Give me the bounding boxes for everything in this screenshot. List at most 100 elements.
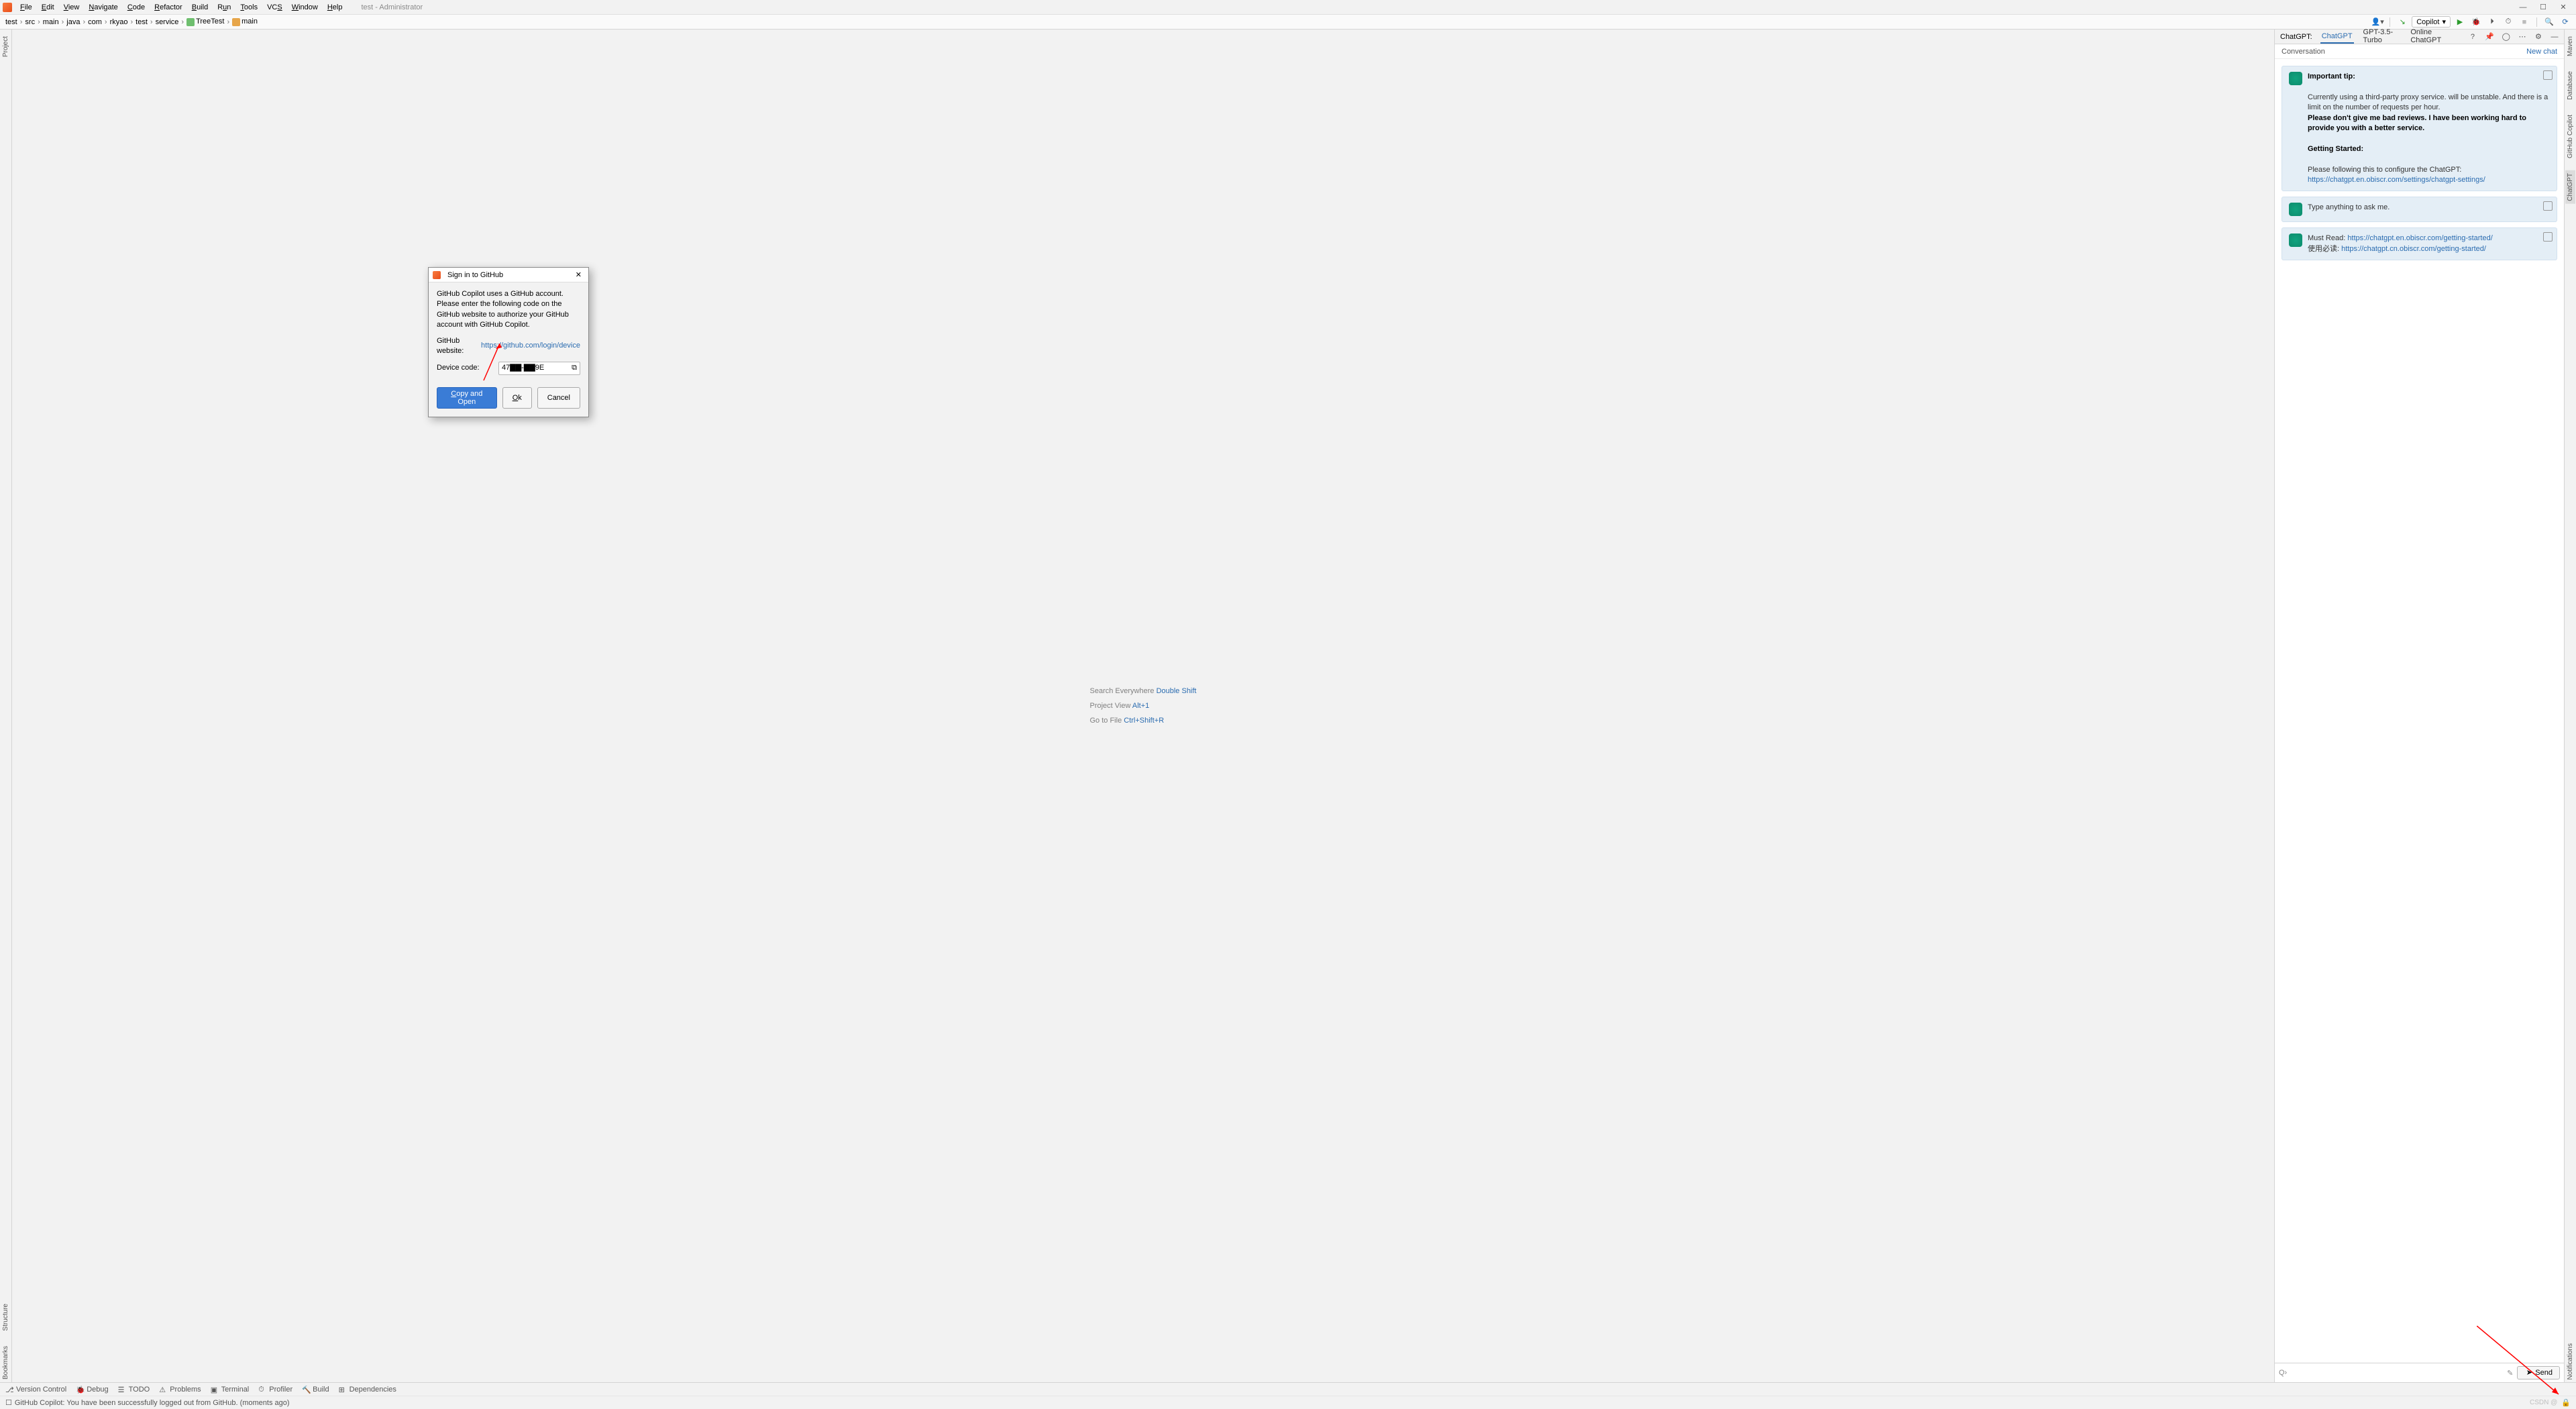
bt-build[interactable]: 🔨Build	[302, 1386, 329, 1394]
stripe-chatgpt[interactable]: ChatGPT	[2565, 170, 2575, 204]
menu-refactor[interactable]: Refactor	[150, 2, 186, 13]
menu-vcs[interactable]: VCS	[263, 2, 286, 13]
hint-search-label: Search Everywhere	[1090, 687, 1155, 695]
window-minimize[interactable]: —	[2513, 1, 2533, 14]
menu-run[interactable]: Run	[213, 2, 235, 13]
bt-debug[interactable]: 🐞Debug	[76, 1386, 108, 1394]
right-tool-stripe: Maven Database GitHub Copilot ChatGPT No…	[2564, 30, 2576, 1382]
crumb-6[interactable]: test	[134, 18, 149, 26]
crumb-4[interactable]: com	[87, 18, 103, 26]
chat-message: Type anything to ask me.	[2282, 197, 2557, 222]
window-maximize[interactable]: ☐	[2533, 1, 2553, 14]
stripe-project[interactable]: Project	[1, 34, 11, 60]
tab-gpt35[interactable]: GPT-3.5-Turbo	[2362, 30, 2402, 44]
window-close[interactable]: ✕	[2553, 1, 2573, 14]
search-everywhere-icon[interactable]: 🔍	[2542, 16, 2556, 28]
menu-view[interactable]: View	[60, 2, 84, 13]
menu-tools[interactable]: Tools	[236, 2, 262, 13]
must-read-cn-link[interactable]: https://chatgpt.cn.obiscr.com/getting-st…	[2341, 245, 2486, 253]
stripe-structure[interactable]: Structure	[1, 1301, 11, 1334]
bt-problems[interactable]: ⚠Problems	[159, 1386, 201, 1394]
crumb-5[interactable]: rkyao	[109, 18, 129, 26]
navigation-bar: test› src› main› java› com› rkyao› test›…	[0, 15, 2576, 30]
assistant-avatar-icon	[2289, 203, 2302, 216]
status-bar: ☐ GitHub Copilot: You have been successf…	[0, 1396, 2576, 1409]
crumb-7[interactable]: service	[154, 18, 180, 26]
annotation-arrow-1	[481, 344, 508, 384]
stop-button[interactable]: ■	[2518, 16, 2531, 28]
build-hammer-icon[interactable]: ↘	[2396, 16, 2409, 28]
run-button[interactable]: ▶	[2453, 16, 2467, 28]
menu-bar: File Edit View Navigate Code Refactor Bu…	[0, 0, 2576, 15]
device-code-field[interactable]: 47▇▇-▇▇9E ⧉	[498, 362, 580, 374]
window-title: test - Administrator	[361, 3, 423, 11]
menu-window[interactable]: Window	[288, 2, 322, 13]
bt-dependencies[interactable]: ⊞Dependencies	[339, 1386, 396, 1394]
dialog-app-icon	[433, 271, 441, 279]
help-icon[interactable]: ?	[2469, 32, 2477, 42]
hint-project-label: Project View	[1090, 702, 1131, 710]
crumb-2[interactable]: main	[42, 18, 60, 26]
bt-version-control[interactable]: ⎇Version Control	[5, 1386, 66, 1394]
crumb-1[interactable]: src	[23, 18, 36, 26]
tab-chatgpt[interactable]: ChatGPT	[2320, 30, 2354, 44]
menu-code[interactable]: Code	[123, 2, 149, 13]
crumb-3[interactable]: java	[65, 18, 81, 26]
copy-and-open-button[interactable]: Copy and Open	[437, 387, 497, 409]
new-chat-link[interactable]: New chat	[2526, 48, 2557, 56]
menu-file[interactable]: File	[16, 2, 36, 13]
hint-search-key: Double Shift	[1157, 687, 1197, 695]
menu-edit[interactable]: Edit	[38, 2, 58, 13]
github-icon[interactable]: ◯	[2502, 32, 2510, 42]
dialog-title: Sign in to GitHub	[447, 271, 503, 279]
stripe-notifications[interactable]: Notifications	[2565, 1341, 2575, 1382]
important-tip-label: Important tip:	[2308, 72, 2355, 81]
pin-icon[interactable]: 📌	[2485, 32, 2494, 42]
crumb-8[interactable]: TreeTest	[185, 17, 225, 25]
chat-message: Important tip: Currently using a third-p…	[2282, 66, 2557, 191]
watermark: CSDN @	[2530, 1399, 2557, 1406]
bt-todo[interactable]: ☰TODO	[118, 1386, 150, 1394]
github-website-label: GitHub website:	[437, 336, 481, 357]
hide-icon[interactable]: —	[2551, 32, 2559, 42]
dialog-close-icon[interactable]: ✕	[573, 269, 584, 280]
bottom-tool-stripe: ⎇Version Control 🐞Debug ☰TODO ⚠Problems …	[0, 1382, 2576, 1396]
menu-build[interactable]: Build	[188, 2, 212, 13]
gear-icon[interactable]: ⚙	[2534, 32, 2542, 42]
stripe-maven[interactable]: Maven	[2565, 34, 2575, 59]
chatgpt-tool-window: ChatGPT: ChatGPT GPT-3.5-Turbo Online Ch…	[2274, 30, 2564, 1382]
copy-code-icon[interactable]: ⧉	[572, 363, 577, 373]
chat-input[interactable]	[2291, 1369, 2503, 1377]
bt-profiler[interactable]: ⏱Profiler	[258, 1386, 292, 1394]
must-read-link[interactable]: https://chatgpt.en.obiscr.com/getting-st…	[2347, 234, 2492, 242]
run-config-combo[interactable]: Copilot▾	[2412, 16, 2451, 28]
settings-sync-icon[interactable]: ⟳	[2559, 16, 2572, 28]
crumb-9[interactable]: main	[231, 17, 259, 25]
hint-project-key: Alt+1	[1132, 702, 1149, 710]
copy-message-icon[interactable]	[2543, 232, 2553, 242]
assistant-avatar-icon	[2289, 233, 2302, 247]
menu-help[interactable]: Help	[323, 2, 347, 13]
ok-button[interactable]: Ok	[502, 387, 532, 409]
copy-message-icon[interactable]	[2543, 201, 2553, 211]
hint-goto-key: Ctrl+Shift+R	[1124, 717, 1164, 725]
left-tool-stripe: Project Structure Bookmarks	[0, 30, 12, 1382]
assistant-avatar-icon	[2289, 72, 2302, 85]
user-icon[interactable]: 👤▾	[2371, 16, 2384, 28]
menu-navigate[interactable]: Navigate	[85, 2, 121, 13]
hint-goto-label: Go to File	[1090, 717, 1122, 725]
annotation-arrow-2	[2477, 1326, 2564, 1400]
stripe-bookmarks[interactable]: Bookmarks	[1, 1343, 11, 1382]
config-link[interactable]: https://chatgpt.en.obiscr.com/settings/c…	[2308, 176, 2485, 184]
more-icon[interactable]: ⋯	[2518, 32, 2526, 42]
stripe-github-copilot[interactable]: GitHub Copilot	[2565, 112, 2575, 161]
bt-terminal[interactable]: ▣Terminal	[211, 1386, 250, 1394]
coverage-button[interactable]: ⏵	[2485, 16, 2499, 28]
crumb-0[interactable]: test	[4, 18, 19, 26]
profile-button[interactable]: ⏱	[2502, 16, 2515, 28]
stripe-database[interactable]: Database	[2565, 68, 2575, 103]
copy-message-icon[interactable]	[2543, 70, 2553, 80]
debug-button[interactable]: 🐞	[2469, 16, 2483, 28]
tab-online[interactable]: Online ChatGPT	[2409, 30, 2453, 44]
cancel-button[interactable]: Cancel	[537, 387, 580, 409]
